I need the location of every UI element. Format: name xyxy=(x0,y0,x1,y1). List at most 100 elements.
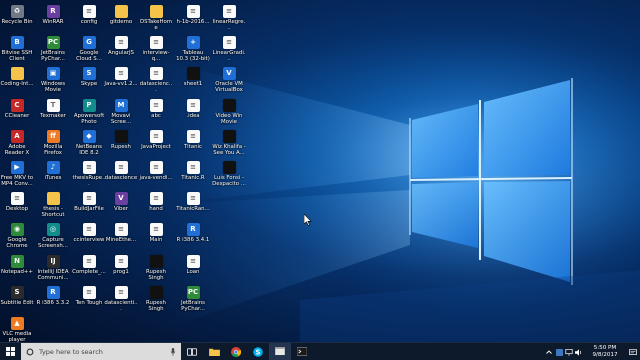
desktop-icon[interactable]: ≡ Java-vv1.2... xyxy=(104,67,138,101)
video-file-icon xyxy=(149,254,163,268)
desktop-icon[interactable]: PApowersoft Photo Viewer xyxy=(72,98,106,133)
desktop-icon[interactable]: ≡ JavaProject xyxy=(139,129,173,164)
desktop-icon[interactable]: ≡ Titanic xyxy=(176,129,210,164)
desktop-icon[interactable]: Luis Fonsi - Despacito ... xyxy=(212,161,246,195)
desktop-icon[interactable]: ≡ prog1 xyxy=(104,254,138,289)
desktop-icon[interactable]: ≡ java-vendi... xyxy=(139,161,173,195)
desktop-icon-label: interview-q... xyxy=(142,50,170,63)
desktop-icon[interactable]: ▣Windows Movie Maker xyxy=(36,67,70,101)
desktop-icon[interactable]: ≡ datascience xyxy=(104,161,138,195)
desktop-icon-label: config xyxy=(80,19,98,25)
desktop-icon[interactable]: ≡ datascienti... xyxy=(104,285,138,320)
desktop-icon[interactable]: ≡ h-1b-2016... xyxy=(176,5,210,39)
desktop-icon[interactable]: ≡ Complete_... xyxy=(72,254,106,289)
desktop-icon[interactable]: ≡ thesisRupe... xyxy=(72,161,106,195)
desktop-icon[interactable]: ≡ TitanicRan... xyxy=(176,192,210,226)
desktop-icon[interactable]: ≡ config xyxy=(72,5,106,39)
taskbar-file-explorer[interactable] xyxy=(203,343,225,360)
action-center-button[interactable] xyxy=(626,343,640,360)
desktop-icon[interactable]: ◉ Google Chrome xyxy=(0,223,34,257)
desktop-icon[interactable]: DSTakeHome xyxy=(139,5,173,39)
desktop-icon[interactable]: PC JetBrains PyChar... xyxy=(36,36,70,70)
desktop-icon[interactable]: V Viber xyxy=(104,192,138,226)
start-button[interactable] xyxy=(0,343,20,360)
desktop-icon[interactable]: IJ IntelliJ IDEA Communi... xyxy=(36,254,70,289)
taskbar-search-box[interactable]: Type here to search xyxy=(21,342,181,360)
desktop-icon[interactable]: RR i386 3.3.2 xyxy=(36,285,70,320)
desktop-icon[interactable]: ≡ Main xyxy=(139,223,173,257)
desktop-icon-label: linearRegre... xyxy=(212,19,246,31)
document-icon: ≡ xyxy=(114,285,128,299)
desktop-icon[interactable]: ≡ datascienc... xyxy=(139,67,173,101)
desktop-icon[interactable]: A Adobe Reader X xyxy=(0,129,34,164)
desktop-icon-label: abc xyxy=(151,112,161,119)
vlc-icon: ▲ xyxy=(10,317,24,330)
desktop-icon[interactable]: ≡ linearRegre... xyxy=(212,5,246,39)
desktop-icon[interactable]: thesis - Shortcut xyxy=(36,192,70,226)
network-button[interactable] xyxy=(564,343,574,360)
desktop-icon[interactable]: Video Win Movie Maker xyxy=(212,98,246,133)
desktop-icon[interactable]: ≡ Ten Tough xyxy=(72,285,106,320)
desktop-icon[interactable]: sheet1 xyxy=(176,67,210,101)
desktop-icon[interactable]: gitdemo xyxy=(104,5,138,39)
desktop-icon[interactable]: Rupesh Singh xyxy=(139,254,173,289)
desktop-icon[interactable]: ≡ Titanic.R xyxy=(176,161,210,195)
desktop-icon[interactable]: ◆ NetBeans IDE 8.2 xyxy=(72,129,106,164)
desktop-icon[interactable]: N Notepad++ xyxy=(0,254,34,289)
taskbar-chrome[interactable] xyxy=(225,343,247,360)
taskbar-terminal[interactable] xyxy=(291,343,313,360)
desktop-icon[interactable]: ≡ LinearGradi... xyxy=(212,36,246,70)
bitvise-icon: B xyxy=(10,36,24,50)
desktop-icon[interactable]: ≡ ccinterview xyxy=(72,223,106,257)
desktop-icon[interactable]: ▶ Free MKV to MP4 Conv... xyxy=(0,161,34,195)
desktop-icon[interactable]: ≡ MineEthe... xyxy=(104,223,138,257)
desktop-icon-label: Windows Movie Maker xyxy=(40,81,66,94)
desktop-icon[interactable]: C CCleaner xyxy=(0,98,34,133)
desktop-icon[interactable]: ≡ hand xyxy=(139,192,173,226)
document-icon: ≡ xyxy=(82,285,96,299)
desktop-icon[interactable]: ≡ BuildJarFile xyxy=(72,192,106,226)
desktop-icon[interactable]: + Tableau 10.3 (32-bit) xyxy=(176,36,210,70)
desktop-icon-area: ♻ Recycle Bin B Bitvise SSH Client Coding-In… xyxy=(0,0,250,343)
desktop-icon[interactable]: Wiz Khalifa - See You A... xyxy=(212,129,246,164)
desktop-icon[interactable]: ≡ .idea xyxy=(176,98,210,133)
desktop-icon-label: Apowersoft Photo Viewer xyxy=(73,112,105,125)
desktop-icon-label: Titanic xyxy=(184,143,202,150)
desktop-icon[interactable]: S Skype xyxy=(72,67,106,101)
show-hidden-icons-button[interactable] xyxy=(544,343,554,360)
tray-app-button[interactable] xyxy=(554,343,564,360)
desktop-icon[interactable]: ◎ Capture Screensh... xyxy=(36,223,70,257)
taskbar-skype[interactable]: S xyxy=(247,343,269,360)
desktop-icon[interactable]: Rupesh Singh xyxy=(139,285,173,320)
desktop-icon[interactable]: G Google Cloud S... xyxy=(72,36,106,70)
taskbar-active-app[interactable] xyxy=(269,342,291,360)
task-view-button[interactable] xyxy=(181,343,203,360)
desktop-icon[interactable]: T Texmaker xyxy=(36,98,70,133)
desktop-icon[interactable]: ≡ AngularJS xyxy=(104,36,138,70)
desktop-icon[interactable]: ≡ abc xyxy=(139,98,173,133)
desktop-icon[interactable]: ♪ iTunes xyxy=(36,161,70,195)
desktop-icon[interactable]: S Subtitle Edit xyxy=(0,285,34,320)
desktop-icon[interactable]: ≡ Desktop xyxy=(0,192,34,226)
desktop-icon[interactable]: B Bitvise SSH Client xyxy=(0,36,34,70)
desktop-icon-label: ccinterview xyxy=(73,237,105,244)
desktop-icon-label: AngularJS xyxy=(108,50,134,57)
desktop-icon[interactable]: ≡ interview-q... xyxy=(139,36,173,70)
desktop-icon[interactable]: ff Mozilla Firefox xyxy=(36,129,70,164)
document-icon: ≡ xyxy=(82,254,96,268)
desktop-icon[interactable]: R WinRAR xyxy=(36,5,70,39)
chrome-icon: ◉ xyxy=(10,223,24,237)
desktop-icon[interactable]: V Oracle VM VirtualBox xyxy=(212,67,246,101)
desktop-icon[interactable]: RR i386 3.4.1 xyxy=(176,223,210,257)
desktop-icon[interactable]: Rupesh xyxy=(104,129,138,164)
volume-button[interactable] xyxy=(574,343,584,360)
desktop-icon[interactable]: PC JetBrains PyChar... xyxy=(176,285,210,320)
desktop-icon[interactable]: ♻ Recycle Bin xyxy=(0,5,34,39)
desktop-icon[interactable]: M Movavi Scree... xyxy=(104,98,138,133)
desktop-icon[interactable]: ≡ Loan xyxy=(176,254,210,289)
terminal-icon xyxy=(297,347,307,356)
taskbar-clock[interactable]: 5:50 PM 9/8/2017 xyxy=(584,345,626,359)
microphone-icon[interactable] xyxy=(170,347,176,356)
desktop-icon-label: datascienc... xyxy=(139,81,173,94)
desktop-icon[interactable]: Coding-Int... xyxy=(0,67,34,101)
